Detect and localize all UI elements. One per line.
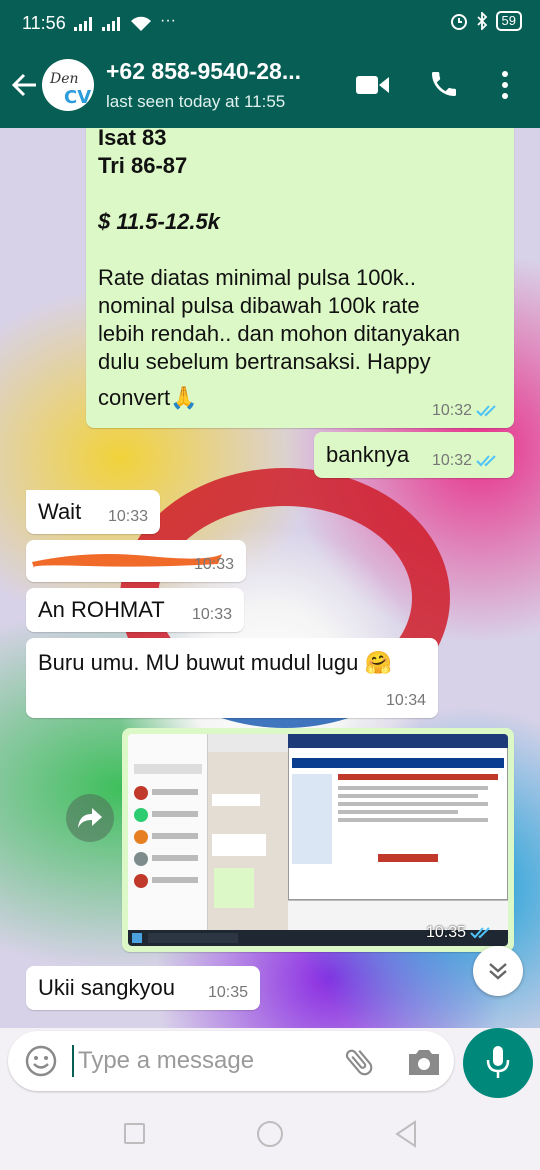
forward-button[interactable] xyxy=(66,794,114,842)
nav-back-icon[interactable] xyxy=(394,1120,418,1148)
svg-text:Den: Den xyxy=(49,71,79,87)
camera-icon[interactable] xyxy=(406,1046,442,1078)
message-line: convert🙏 xyxy=(98,385,198,410)
chat-area[interactable]: Isat 83 Tri 86-87 $ 11.5-12.5k Rate diat… xyxy=(0,128,540,1028)
message-time: 10:32 xyxy=(431,452,472,469)
more-vert-icon[interactable] xyxy=(500,70,510,100)
screenshot-thumbnail[interactable] xyxy=(128,734,508,946)
read-ticks-icon xyxy=(476,405,496,417)
forward-arrow-icon xyxy=(78,808,102,828)
message-meta: 10:32 xyxy=(432,402,502,420)
avatar-logo-icon: Den CV xyxy=(49,71,91,108)
mic-button[interactable] xyxy=(463,1028,533,1098)
message-outgoing-image[interactable]: 10:35 xyxy=(122,728,514,952)
message-incoming-redacted[interactable]: 10:33 xyxy=(26,540,246,582)
alarm-icon xyxy=(450,14,467,30)
contact-status: last seen today at 11:55 xyxy=(106,92,286,111)
chat-header: Den CV +62 858-9540-28... last seen toda… xyxy=(0,44,540,128)
message-line: Rate diatas minimal pulsa 100k.. xyxy=(98,265,416,290)
message-incoming-buru[interactable]: Buru umu. MU buwut mudul lugu 🤗 10:34 xyxy=(26,638,438,718)
wifi-icon xyxy=(131,16,151,31)
message-time: 10:35 xyxy=(425,924,466,941)
message-incoming-an-rohmat[interactable]: An ROHMAT 10:33 xyxy=(26,588,244,632)
message-time: 10:33 xyxy=(193,556,234,573)
double-chevron-down-icon xyxy=(489,963,507,980)
message-text: Buru umu. MU buwut mudul lugu 🤗 xyxy=(38,650,392,675)
message-text: An ROHMAT xyxy=(38,597,165,622)
message-time: 10:32 xyxy=(431,402,472,419)
message-meta: 10:33 xyxy=(192,606,232,624)
message-time: 10:35 xyxy=(207,984,248,1001)
status-right: 59 xyxy=(450,11,522,31)
video-call-icon[interactable] xyxy=(356,74,390,96)
message-time: 10:34 xyxy=(385,692,426,709)
signal-icon xyxy=(74,17,92,31)
message-meta: 10:33 xyxy=(194,556,234,574)
message-line: Isat 83 xyxy=(98,128,167,150)
message-outgoing-banknya[interactable]: banknya 10:32 xyxy=(314,432,514,478)
status-bar: 11:56 ··· 59 xyxy=(0,0,540,44)
recents-button[interactable] xyxy=(124,1123,145,1144)
voice-call-icon[interactable] xyxy=(428,68,460,100)
read-ticks-icon xyxy=(470,927,490,939)
message-meta: 10:35 xyxy=(208,984,248,1002)
system-nav-bar xyxy=(0,1100,540,1170)
message-meta: 10:32 xyxy=(432,452,502,470)
message-line: dulu sebelum bertransaksi. Happy xyxy=(98,349,431,374)
message-time: 10:33 xyxy=(107,508,148,525)
status-more: ··· xyxy=(160,12,176,29)
message-line: lebih rendah.. dan mohon ditanyakan xyxy=(98,321,461,346)
message-line: nominal pulsa dibawah 100k rate xyxy=(98,293,420,318)
message-text: Ukii sangkyou xyxy=(38,975,175,1000)
contact-name[interactable]: +62 858-9540-28... xyxy=(106,58,346,85)
read-ticks-icon xyxy=(476,455,496,467)
message-composer xyxy=(0,1028,540,1100)
message-text: banknya xyxy=(326,442,410,467)
message-text: Wait xyxy=(38,499,82,524)
message-outgoing-rates[interactable]: Isat 83 Tri 86-87 $ 11.5-12.5k Rate diat… xyxy=(86,128,514,428)
svg-text:CV: CV xyxy=(64,87,91,108)
signal-icon-2 xyxy=(102,17,120,31)
battery-indicator: 59 xyxy=(495,11,522,31)
bluetooth-icon xyxy=(476,12,487,30)
mic-icon xyxy=(486,1046,510,1078)
message-time: 10:33 xyxy=(191,606,232,623)
message-line: $ 11.5-12.5k xyxy=(98,209,220,234)
status-time: 11:56 xyxy=(22,13,66,33)
message-meta: 10:34 xyxy=(386,692,426,710)
message-line: Tri 86-87 xyxy=(98,153,188,178)
emoji-icon[interactable] xyxy=(24,1044,58,1078)
back-arrow-icon[interactable] xyxy=(10,70,40,100)
text-cursor xyxy=(72,1045,74,1077)
scroll-to-bottom-button[interactable] xyxy=(473,946,523,996)
message-meta: 10:35 xyxy=(426,924,496,942)
message-incoming-ukii[interactable]: Ukii sangkyou 10:35 xyxy=(26,966,260,1010)
attach-icon[interactable] xyxy=(342,1045,376,1079)
message-meta: 10:33 xyxy=(108,508,148,526)
message-input-container[interactable] xyxy=(8,1031,454,1091)
message-incoming-wait[interactable]: Wait 10:33 xyxy=(26,490,160,534)
avatar[interactable]: Den CV xyxy=(42,59,94,111)
message-input[interactable] xyxy=(78,1041,338,1081)
home-button[interactable] xyxy=(257,1121,283,1147)
